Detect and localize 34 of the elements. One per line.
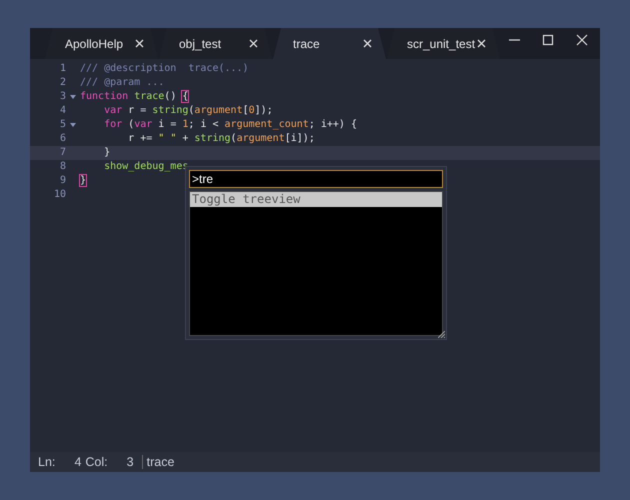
status-label: Col: <box>85 454 108 471</box>
status-file-name: trace <box>146 454 174 471</box>
fold-arrow-icon[interactable] <box>70 123 76 127</box>
line-number: 6 <box>58 132 66 146</box>
line-number: 9 <box>58 174 66 188</box>
close-icon[interactable] <box>477 39 486 48</box>
code-text: var r = string(argument[0]); <box>103 104 273 118</box>
line-number: 8 <box>58 160 66 174</box>
line-number: 7 <box>58 146 66 160</box>
code-text: for (var i = 1; i < argument_count; i++) { <box>103 118 357 132</box>
fold-arrow-icon[interactable] <box>70 95 76 99</box>
line-number: 2 <box>58 76 66 90</box>
line-number: 4 <box>58 104 66 118</box>
close-icon[interactable] <box>249 39 258 48</box>
code-text: show_debug_mes <box>103 160 188 174</box>
close-icon[interactable] <box>363 39 372 48</box>
line-number: 10 <box>52 188 66 202</box>
command-input[interactable]: >tre <box>189 170 443 188</box>
code-text: /// @description trace(...) <box>80 62 249 76</box>
code-text: function trace() { <box>80 90 188 104</box>
resize-grip-icon[interactable] <box>438 331 445 338</box>
line-number: 5 <box>58 118 66 132</box>
line-number: 3 <box>58 90 66 104</box>
line-number: 1 <box>58 62 66 76</box>
status-label: Ln: <box>38 454 56 471</box>
close-icon[interactable] <box>135 39 144 48</box>
status-value: 3 <box>126 454 134 471</box>
code-text: } <box>80 174 86 188</box>
code-text: r += " " + string(argument[i]); <box>127 132 315 146</box>
code-text: } <box>103 146 110 160</box>
code-text: /// @param ... <box>80 76 164 90</box>
command-item[interactable]: Toggle treeview <box>190 192 442 207</box>
status-value: 4 <box>73 454 82 471</box>
tab[interactable]: trace <box>273 28 386 59</box>
